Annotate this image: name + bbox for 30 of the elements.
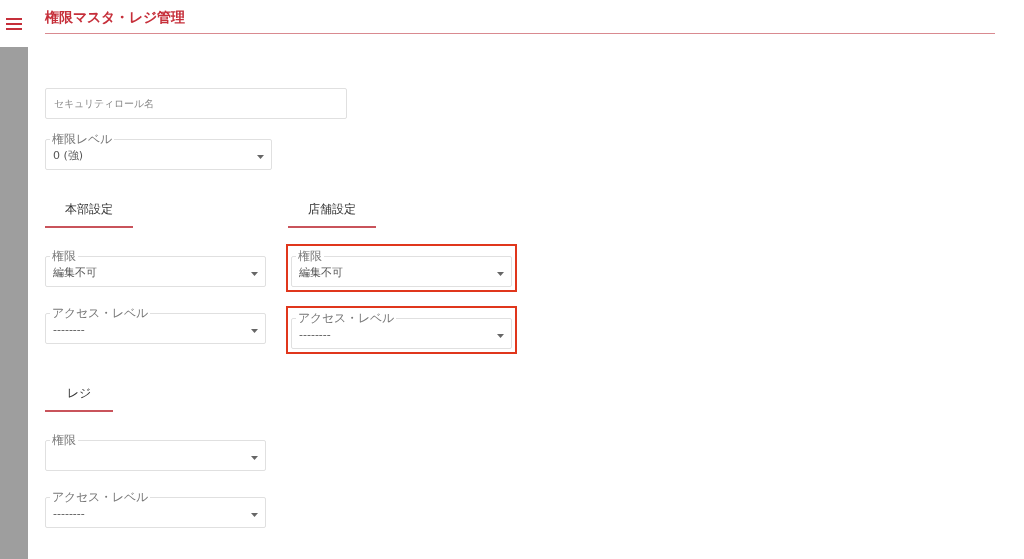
dropdown-caret-icon — [497, 333, 504, 338]
dropdown-caret-icon — [251, 271, 258, 276]
selected-value: 0 (強) — [53, 148, 84, 165]
select-field[interactable]: 権限 — [45, 434, 266, 471]
field-label: 権限 — [51, 434, 77, 447]
dropdown-caret-icon — [497, 271, 504, 276]
select-field[interactable]: アクセス・レベル -------- — [45, 307, 266, 344]
selected-value: 編集不可 — [299, 265, 343, 282]
selected-value: -------- — [53, 506, 85, 523]
select-field[interactable]: 権限 編集不可 — [291, 250, 512, 287]
field-label: 権限レベル — [51, 133, 113, 146]
select-field[interactable]: アクセス・レベル -------- — [291, 312, 512, 349]
page-title: 権限マスタ・レジ管理 — [45, 8, 186, 27]
menu-icon[interactable] — [6, 17, 22, 30]
selected-value: 編集不可 — [53, 265, 97, 282]
selected-value: -------- — [299, 327, 331, 344]
field-label: アクセス・レベル — [51, 491, 149, 504]
select-field[interactable]: アクセス・レベル -------- — [45, 491, 266, 528]
dropdown-caret-icon — [251, 512, 258, 517]
role-name-field[interactable]: セキュリティロール名 — [45, 88, 347, 119]
field-label: 権限 — [297, 250, 323, 263]
field-label: アクセス・レベル — [51, 307, 149, 320]
field-label: 権限 — [51, 250, 77, 263]
dropdown-caret-icon — [257, 154, 264, 159]
selected-value: -------- — [53, 322, 85, 339]
select-field[interactable]: 権限レベル 0 (強) — [45, 133, 272, 170]
select-field[interactable]: 権限 編集不可 — [45, 250, 266, 287]
dropdown-caret-icon — [251, 328, 258, 333]
dropdown-caret-icon — [251, 455, 258, 460]
field-label: アクセス・レベル — [297, 312, 395, 325]
